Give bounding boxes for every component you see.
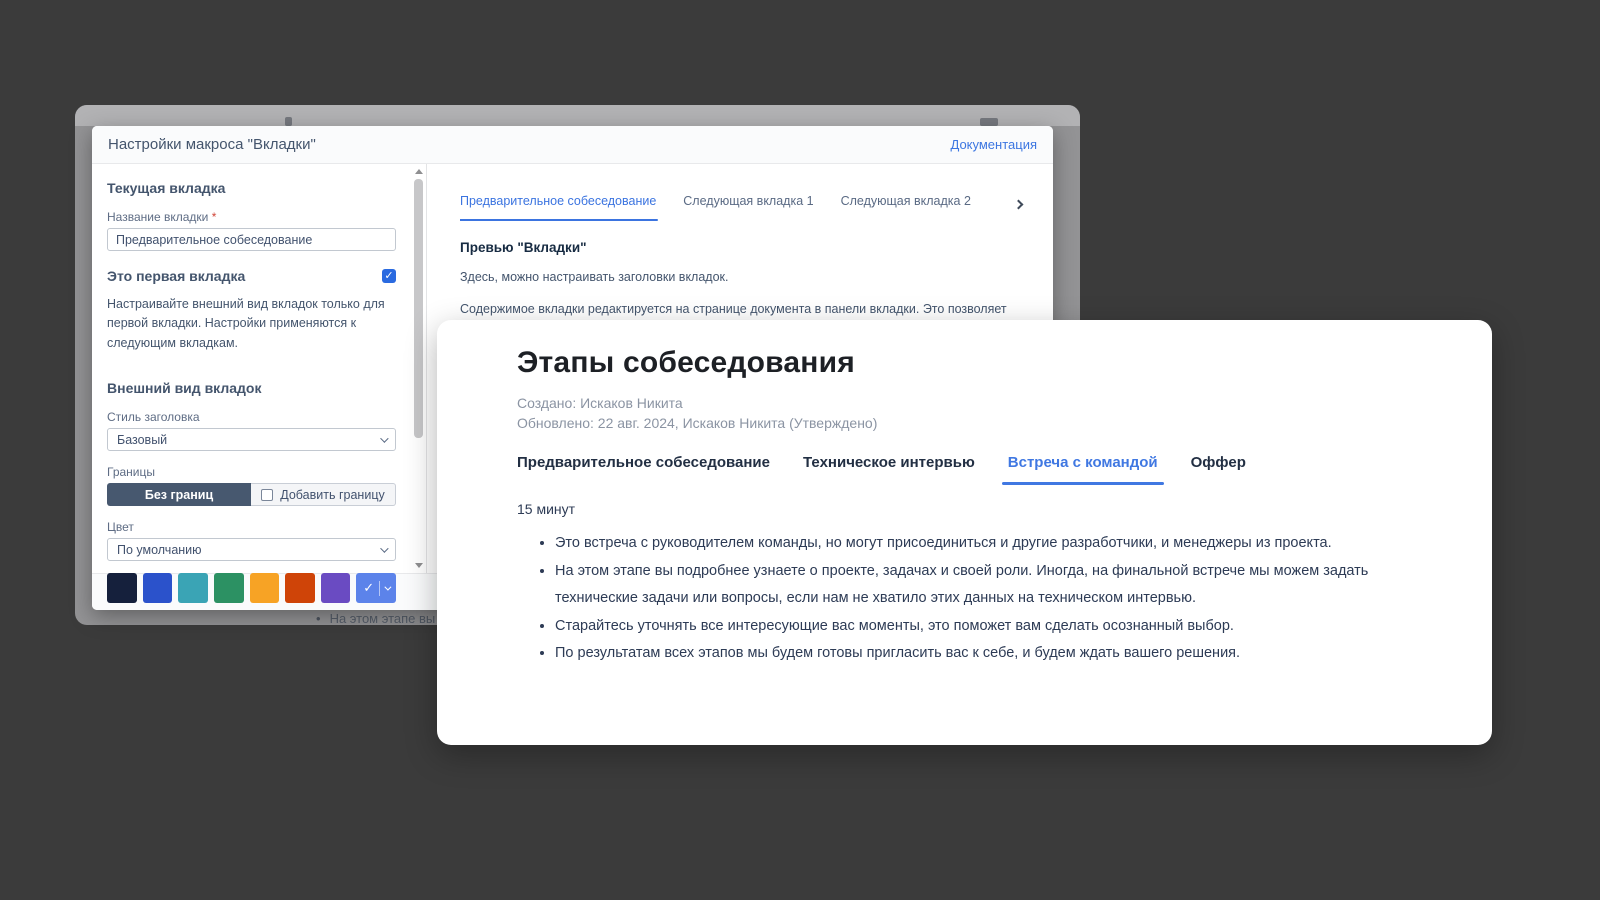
dimmed-page-text: • На этом этапе вы под [316, 608, 438, 628]
color-label: Цвет [107, 520, 396, 534]
tab-name-label: Название вкладки * [107, 210, 396, 224]
swatch-red[interactable] [285, 573, 315, 603]
borders-add-label: Добавить границу [280, 488, 384, 502]
tab-name-input[interactable] [107, 228, 396, 251]
preview-tab-1[interactable]: Предварительное собеседование [460, 194, 656, 221]
check-icon: ✓ [363, 580, 374, 596]
list-item: На этом этапе вы подробнее узнаете о про… [555, 558, 1412, 613]
panel-scrollbar[interactable] [414, 167, 423, 570]
created-line: Создано: Искаков Никита [517, 394, 1452, 414]
header-style-select[interactable]: Базовый [107, 428, 396, 451]
header-style-value: Базовый [117, 433, 167, 447]
card-tab-1[interactable]: Предварительное собеседование [517, 454, 770, 485]
list-item: По результатам всех этапов мы будем гото… [555, 640, 1412, 668]
background-window-header [75, 105, 1080, 126]
tabs-scroll-right-button[interactable] [1010, 196, 1026, 212]
documentation-link[interactable]: Документация [951, 137, 1038, 152]
preview-tab-labels: Предварительное собеседование Следующая … [460, 194, 998, 221]
apply-color-split-button[interactable]: ✓ [356, 573, 396, 603]
borders-add-segment[interactable]: Добавить границу [251, 483, 396, 506]
card-tab-bar: Предварительное собеседование Техническо… [517, 454, 1452, 485]
section-appearance: Внешний вид вкладок [107, 380, 396, 396]
card-tab-2[interactable]: Техническое интервью [803, 454, 975, 485]
swatch-orange[interactable] [250, 573, 280, 603]
color-swatches: ✓ [107, 573, 396, 603]
preview-line-2: Содержимое вкладки редактируется на стра… [460, 300, 1037, 319]
first-tab-checkbox[interactable]: ✓ [382, 269, 396, 283]
swatch-navy[interactable] [107, 573, 137, 603]
settings-panel: Текущая вкладка Название вкладки * Это п… [92, 164, 427, 573]
list-item: Это встреча с руководителем команды, но … [555, 530, 1412, 558]
chevron-down-icon [380, 544, 388, 552]
preview-line-1: Здесь, можно настраивать заголовки вклад… [460, 268, 1037, 287]
color-value: По умолчанию [117, 543, 202, 557]
clipped-ui-fragment [285, 117, 292, 126]
preview-tab-bar: Предварительное собеседование Следующая … [460, 194, 1037, 221]
preview-tab-2[interactable]: Следующая вкладка 1 [683, 194, 813, 221]
dialog-title: Настройки макроса "Вкладки" [108, 136, 316, 153]
swatch-teal[interactable] [178, 573, 208, 603]
swatch-green[interactable] [214, 573, 244, 603]
chevron-down-icon [385, 583, 392, 590]
card-tab-3[interactable]: Встреча с командой [1008, 454, 1158, 485]
dialog-header: Настройки макроса "Вкладки" Документация [92, 126, 1053, 164]
preview-tab-3[interactable]: Следующая вкладка 2 [841, 194, 971, 221]
header-style-label: Стиль заголовка [107, 410, 396, 424]
first-tab-hint: Настраивайте внешний вид вкладок только … [107, 295, 396, 353]
first-tab-row: Это первая вкладка ✓ [107, 268, 396, 284]
swatch-purple[interactable] [321, 573, 351, 603]
required-asterisk: * [212, 210, 217, 224]
dimmed-bullet-text: На этом этапе вы под [330, 611, 438, 626]
chevron-down-icon [380, 434, 388, 442]
clipped-ui-fragment [980, 118, 998, 126]
swatch-blue[interactable] [143, 573, 173, 603]
scroll-down-arrow[interactable] [415, 563, 423, 568]
list-item: Старайтесь уточнять все интересующие вас… [555, 613, 1412, 641]
preview-heading: Превью "Вкладки" [460, 240, 1037, 255]
divider [379, 581, 380, 596]
card-tab-4[interactable]: Оффер [1191, 454, 1246, 485]
scrollbar-thumb[interactable] [414, 179, 423, 438]
document-preview-card: Этапы собеседования Создано: Искаков Ник… [437, 320, 1492, 745]
add-border-checkbox[interactable] [261, 489, 273, 501]
borders-toggle: Без границ Добавить границу [107, 483, 396, 506]
updated-line: Обновлено: 22 авг. 2024, Искаков Никита … [517, 414, 1452, 434]
tab-name-label-text: Название вкладки [107, 210, 208, 224]
section-current-tab: Текущая вкладка [107, 180, 396, 196]
bullet-dot: • [316, 611, 321, 626]
borders-label: Границы [107, 465, 396, 479]
page-meta: Создано: Искаков Никита Обновлено: 22 ав… [517, 394, 1452, 433]
chevron-right-icon [1013, 199, 1023, 209]
duration-text: 15 минут [517, 501, 1452, 517]
first-tab-label: Это первая вкладка [107, 268, 245, 284]
color-select[interactable]: По умолчанию [107, 538, 396, 561]
bullet-list: Это встреча с руководителем команды, но … [517, 530, 1412, 668]
page-title: Этапы собеседования [517, 346, 1452, 380]
borders-off-segment[interactable]: Без границ [107, 483, 251, 506]
scroll-up-arrow[interactable] [415, 169, 423, 174]
